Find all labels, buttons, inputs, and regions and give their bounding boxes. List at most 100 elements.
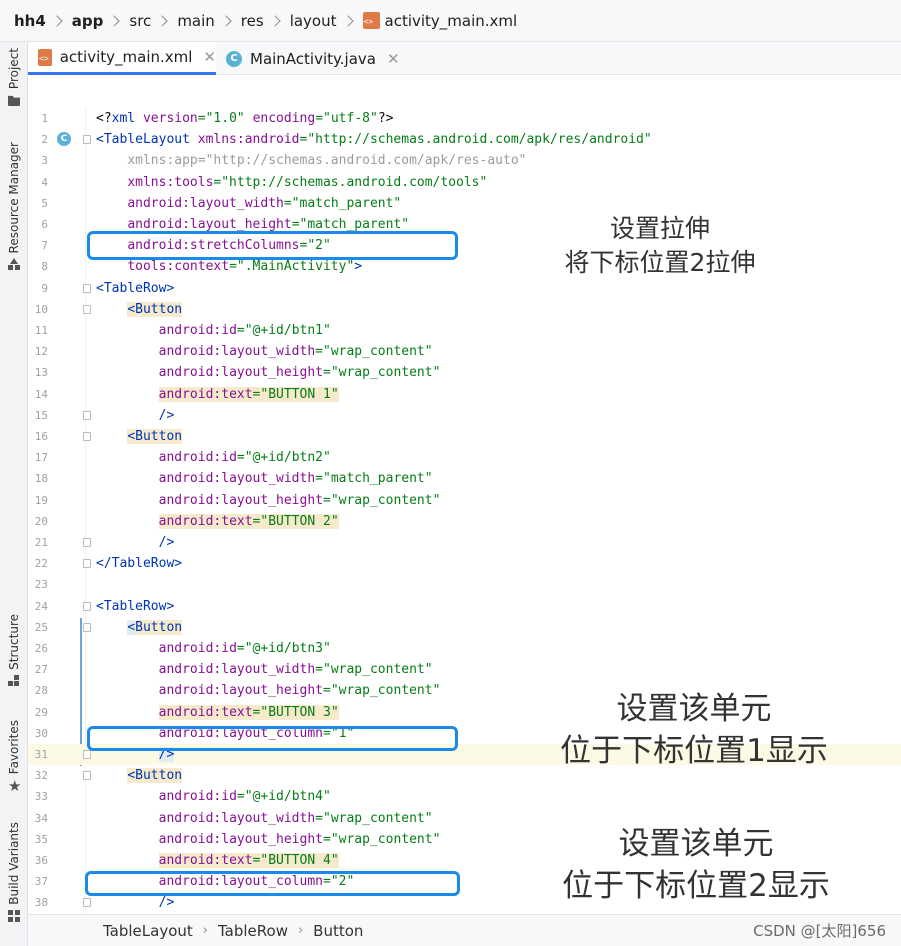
breadcrumb-layout[interactable]: layout: [290, 12, 337, 30]
chevron-right-icon: ›: [297, 923, 304, 938]
code-text: />: [158, 407, 175, 423]
fold-toggle-icon[interactable]: [83, 410, 91, 420]
line-number: 8: [41, 260, 48, 274]
line-number: 38: [34, 896, 48, 910]
favorites-tool-label: Favorites: [7, 720, 21, 775]
chevron-right-icon: [51, 14, 63, 27]
code-line: 2 <TableLayout xmlns:android="http://sche…: [28, 129, 901, 150]
line-number: 24: [34, 599, 48, 613]
close-icon[interactable]: ✕: [387, 50, 400, 68]
code-text: <Button: [127, 619, 183, 635]
build-variants-icon: [8, 909, 20, 922]
code-line: 21 />: [28, 532, 901, 553]
favorites-tool-button[interactable]: Favorites ★: [4, 720, 24, 794]
tab-main-activity-java[interactable]: C MainActivity.java ✕: [226, 42, 406, 75]
structure-tool-button[interactable]: Structure: [4, 614, 24, 687]
resource-manager-tool-button[interactable]: Resource Manager: [4, 142, 24, 271]
code-text: <Button: [127, 429, 183, 444]
build-variants-tool-button[interactable]: Build Variants: [4, 822, 24, 922]
line-number: 9: [41, 281, 48, 295]
code-line: 4 xmlns:tools="http://schemas.android.co…: [28, 172, 901, 193]
annotation-line: 设置该单元: [616, 691, 772, 727]
line-number: 4: [41, 175, 48, 189]
code-text: android:layout_width="match_parent": [127, 195, 402, 211]
fold-toggle-icon[interactable]: [83, 771, 91, 781]
line-number: 5: [41, 196, 48, 210]
annotation-line: 将下标位置2拉伸: [564, 248, 756, 277]
fold-toggle-icon[interactable]: [83, 601, 91, 611]
structure-crumb-tablelayout[interactable]: TableLayout: [103, 922, 193, 940]
fold-toggle-icon[interactable]: [83, 898, 91, 908]
structure-crumb-button[interactable]: Button: [313, 922, 363, 940]
fold-toggle-icon[interactable]: [83, 622, 91, 632]
fold-toggle-icon[interactable]: [83, 432, 91, 441]
breadcrumb-main[interactable]: main: [177, 12, 214, 30]
code-text: android:layout_height="wrap_content": [158, 365, 441, 381]
code-text: </TableRow>: [96, 556, 183, 572]
code-text: android:layout_width="wrap_content": [158, 810, 433, 826]
code-text: android:layout_width="wrap_content": [158, 662, 433, 678]
code-text: android:text="BUTTON 1": [158, 386, 339, 402]
fold-toggle-icon[interactable]: [83, 559, 91, 569]
line-number: 35: [34, 832, 48, 846]
breadcrumb-file[interactable]: activity_main.xml: [385, 12, 518, 30]
code-text: <TableLayout xmlns:android="http://schem…: [96, 132, 652, 148]
fold-toggle-icon[interactable]: [83, 283, 91, 293]
fold-toggle-icon[interactable]: [83, 538, 91, 547]
project-tool-label: Project: [7, 48, 21, 90]
code-text: android:layout_width="match_parent": [158, 471, 433, 487]
code-text: android:layout_width="wrap_content": [158, 344, 433, 360]
watermark: CSDN @[太阳]656: [753, 922, 886, 940]
code-line: 19 android:layout_height="wrap_content": [28, 490, 901, 511]
chevron-right-icon: [156, 14, 168, 27]
line-number: 18: [34, 472, 48, 486]
chevron-right-icon: [269, 14, 281, 27]
fold-toggle-icon[interactable]: [83, 135, 91, 145]
annotation-line: 位于下标位置2显示: [562, 868, 830, 904]
close-icon[interactable]: ✕: [203, 48, 216, 66]
code-line: 3 xmlns:app="http://schemas.android.com/…: [28, 150, 901, 171]
breadcrumb-src[interactable]: src: [129, 12, 151, 30]
fold-toggle-icon[interactable]: [83, 750, 91, 759]
code-line: 17 android:id="@+id/btn2": [28, 447, 901, 468]
resource-manager-tool-label: Resource Manager: [7, 142, 21, 254]
line-number: 23: [34, 578, 48, 592]
chevron-right-icon: [341, 14, 354, 27]
code-text: <TableRow>: [96, 598, 175, 614]
code-line: 12 android:layout_width="wrap_content": [28, 341, 901, 362]
line-number: 13: [34, 366, 48, 380]
code-text: <TableRow>: [96, 280, 175, 296]
line-number: 29: [34, 705, 48, 719]
code-text: android:id="@+id/btn2": [158, 450, 331, 466]
breadcrumb-res[interactable]: res: [241, 12, 264, 30]
chevron-right-icon: ›: [202, 923, 208, 938]
xml-file-icon: [38, 48, 52, 66]
code-line: 20 android:text="BUTTON 2": [28, 511, 901, 532]
code-line: 26 android:id="@+id/btn3": [28, 638, 901, 659]
code-line: 22 </TableRow>: [28, 553, 901, 574]
line-number: 22: [34, 557, 48, 571]
xml-file-icon: [362, 12, 380, 29]
line-number: 1: [41, 112, 48, 125]
code-text: android:text="BUTTON 2": [158, 513, 339, 529]
tab-activity-main-xml[interactable]: activity_main.xml ✕: [28, 42, 216, 75]
code-line: 11 android:id="@+id/btn1": [28, 320, 901, 341]
folder-icon: [8, 95, 20, 107]
breadcrumb-module[interactable]: app: [72, 12, 104, 30]
structure-crumb-tablerow[interactable]: TableRow: [218, 922, 288, 940]
line-number: 34: [34, 811, 48, 825]
build-variants-tool-label: Build Variants: [7, 822, 21, 905]
line-number: 36: [34, 854, 48, 867]
project-tool-button[interactable]: Project: [4, 48, 24, 107]
breadcrumb-project[interactable]: hh4: [14, 12, 46, 30]
annotation-note-column-1: 设置该单元 位于下标位置1显示: [546, 688, 842, 772]
chevron-right-icon: [108, 14, 121, 27]
line-number: 14: [34, 387, 48, 401]
navigation-breadcrumb: hh4 app src main res layout activity_mai…: [0, 0, 901, 42]
code-text: />: [158, 535, 175, 550]
code-text: <Button: [127, 301, 183, 317]
annotation-box-layout-column-1: [87, 726, 458, 751]
fold-toggle-icon[interactable]: [83, 304, 91, 314]
shapes-icon: [8, 258, 20, 271]
code-text: xmlns:app="http://schemas.android.com/ap…: [127, 153, 527, 169]
